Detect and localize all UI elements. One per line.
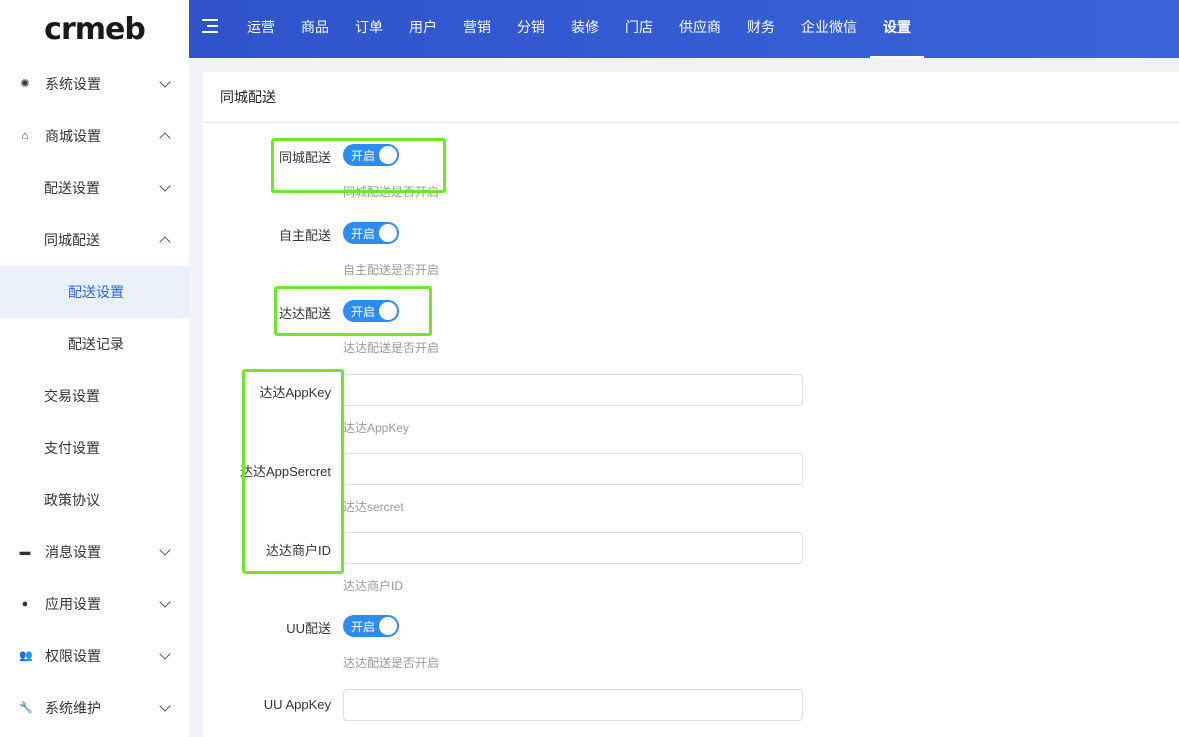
- chevron-down-icon: [159, 596, 171, 608]
- wrench-icon: 🔧: [19, 702, 33, 714]
- field-label: 达达AppKey: [259, 385, 331, 400]
- logo-text: crmeb: [44, 11, 146, 47]
- nav-marketing[interactable]: 营销: [450, 0, 504, 58]
- switch-text: 开启: [351, 620, 376, 634]
- field-label: 同城配送: [278, 150, 331, 165]
- dada-merchant-id-input[interactable]: [343, 532, 803, 564]
- sidebar-item-city-delivery[interactable]: 同城配送: [0, 214, 189, 266]
- sidebar-item-payment-settings[interactable]: 支付设置: [0, 422, 189, 474]
- store-icon: ⌂: [21, 130, 29, 142]
- sidebar-item-system-settings[interactable]: ✺ 系统设置: [0, 58, 189, 110]
- switch-text: 开启: [351, 149, 376, 163]
- help-text: 达达配送是否开启: [343, 656, 440, 670]
- sidebar-item-label: 消息设置: [45, 544, 101, 560]
- nav-settings[interactable]: 设置: [870, 0, 924, 58]
- sidebar-item-store-settings[interactable]: ⌂ 商城设置: [0, 110, 189, 162]
- chevron-up-icon: [159, 236, 171, 248]
- menu-collapse-icon[interactable]: [202, 19, 218, 35]
- field-label: 达达AppSercret: [239, 464, 331, 479]
- chevron-down-icon: [159, 544, 171, 556]
- chevron-down-icon: [159, 700, 171, 712]
- switch-text: 开启: [351, 227, 376, 241]
- top-header: crmeb 运营 商品 订单 用户 营销 分销 装修 门店 供应商 财务 企业微…: [0, 0, 1179, 58]
- sidebar-item-delivery-records[interactable]: 配送记录: [0, 318, 189, 370]
- message-icon: ▬: [19, 546, 31, 558]
- nav-wecom[interactable]: 企业微信: [788, 0, 870, 58]
- nav-suppliers[interactable]: 供应商: [666, 0, 734, 58]
- help-text: 达达商户ID: [343, 579, 404, 593]
- switch-knob: [379, 617, 397, 635]
- help-text: 达达配送是否开启: [343, 341, 440, 355]
- chevron-down-icon: [159, 648, 171, 660]
- sidebar-item-message-settings[interactable]: ▬ 消息设置: [0, 526, 189, 578]
- chevron-up-icon: [159, 132, 171, 144]
- sidebar-item-trade-settings[interactable]: 交易设置: [0, 370, 189, 422]
- nav-orders[interactable]: 订单: [342, 0, 396, 58]
- sidebar-item-label: 政策协议: [44, 492, 100, 508]
- self-delivery-switch[interactable]: 开启: [343, 222, 399, 244]
- field-label: 达达商户ID: [265, 543, 331, 558]
- switch-knob: [379, 146, 397, 164]
- dada-delivery-switch[interactable]: 开启: [343, 300, 399, 322]
- field-label: 自主配送: [278, 228, 331, 243]
- help-text: 自主配送是否开启: [343, 263, 440, 277]
- users-icon: 👥: [19, 650, 33, 662]
- gear-icon: ✺: [20, 78, 30, 90]
- page-title: 同城配送: [203, 72, 1179, 123]
- uu-appkey-input[interactable]: [343, 689, 803, 721]
- nav-products[interactable]: 商品: [288, 0, 342, 58]
- field-label: 达达配送: [278, 306, 331, 321]
- uu-delivery-switch[interactable]: 开启: [343, 615, 399, 637]
- nav-decoration[interactable]: 装修: [558, 0, 612, 58]
- city-delivery-switch[interactable]: 开启: [343, 144, 399, 166]
- help-text: 达达sercret: [343, 500, 404, 514]
- sidebar-item-label: 配送设置: [68, 284, 124, 300]
- nav-users[interactable]: 用户: [396, 0, 450, 58]
- sidebar-item-label: 商城设置: [45, 128, 101, 144]
- sidebar-item-permission-settings[interactable]: 👥 权限设置: [0, 630, 189, 682]
- sidebar-item-delivery-settings[interactable]: 配送设置: [0, 162, 189, 214]
- nav-operations[interactable]: 运营: [234, 0, 288, 58]
- sidebar-item-label: 同城配送: [44, 232, 100, 248]
- settings-card: 同城配送 同城配送 开启 同城配送是否开启 自主配送 开启 自主配送是否开启 达…: [203, 72, 1179, 737]
- sidebar: ✺ 系统设置 ⌂ 商城设置 配送设置 同城配送 配送设置 配送记录 交易设置 支…: [0, 58, 189, 737]
- nav-finance[interactable]: 财务: [734, 0, 788, 58]
- sidebar-item-label: 配送记录: [68, 336, 124, 352]
- nav-distribution[interactable]: 分销: [504, 0, 558, 58]
- switch-knob: [379, 224, 397, 242]
- top-nav: 运营 商品 订单 用户 营销 分销 装修 门店 供应商 财务 企业微信 设置: [234, 0, 924, 58]
- sidebar-item-label: 支付设置: [44, 440, 100, 456]
- sidebar-item-label: 系统维护: [45, 700, 101, 716]
- sidebar-item-label: 配送设置: [44, 180, 100, 196]
- nav-stores[interactable]: 门店: [612, 0, 666, 58]
- sidebar-item-city-delivery-config[interactable]: 配送设置: [0, 266, 189, 318]
- sidebar-item-system-maintenance[interactable]: 🔧 系统维护: [0, 682, 189, 734]
- chevron-down-icon: [159, 76, 171, 88]
- sidebar-item-label: 交易设置: [44, 388, 100, 404]
- switch-knob: [379, 302, 397, 320]
- switch-text: 开启: [351, 305, 376, 319]
- field-label: UU AppKey: [263, 697, 331, 712]
- help-text: 同城配送是否开启: [343, 185, 440, 199]
- dada-appkey-input[interactable]: [343, 374, 803, 406]
- sidebar-item-label: 系统设置: [45, 76, 101, 92]
- app-icon: ●: [21, 598, 29, 610]
- sidebar-item-policy[interactable]: 政策协议: [0, 474, 189, 526]
- chevron-down-icon: [159, 180, 171, 192]
- sidebar-item-label: 权限设置: [45, 648, 101, 664]
- field-label: UU配送: [286, 621, 331, 636]
- sidebar-item-label: 应用设置: [45, 596, 101, 612]
- help-text: 达达AppKey: [343, 421, 410, 435]
- dada-appsecret-input[interactable]: [343, 453, 803, 485]
- logo[interactable]: crmeb: [0, 0, 189, 58]
- sidebar-item-app-settings[interactable]: ● 应用设置: [0, 578, 189, 630]
